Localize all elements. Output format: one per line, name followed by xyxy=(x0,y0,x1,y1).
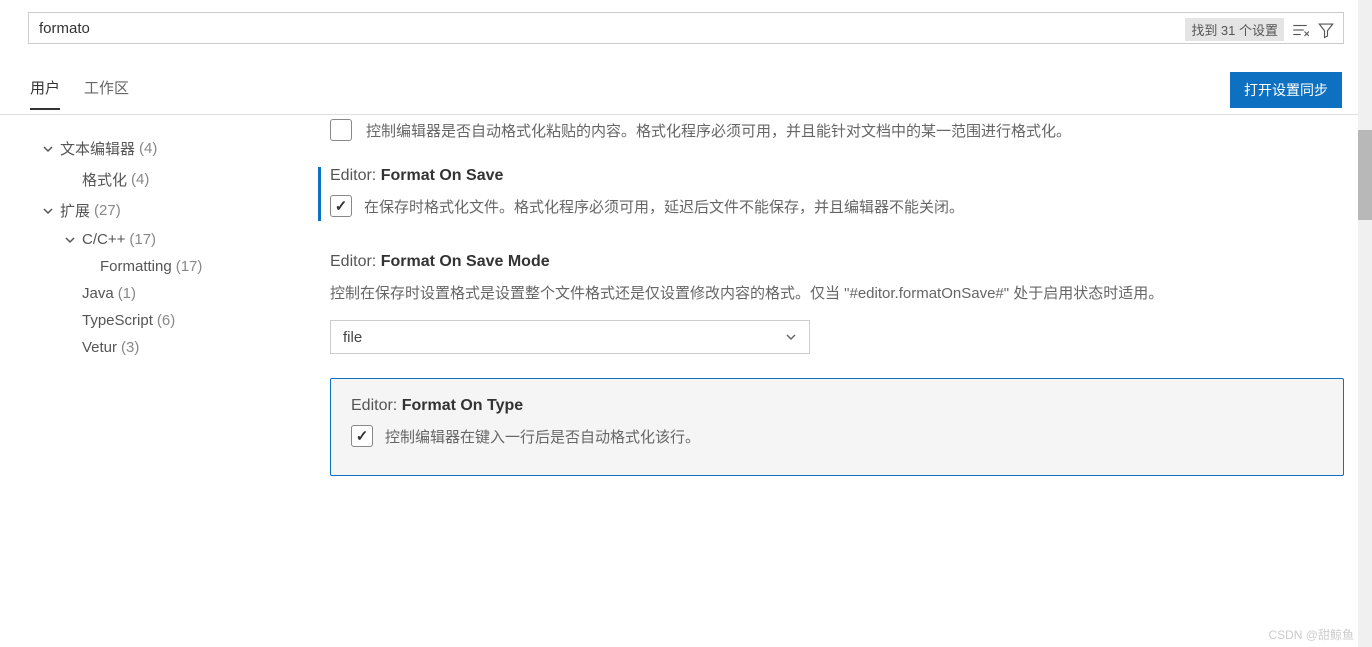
setting-description: 控制编辑器在键入一行后是否自动格式化该行。 xyxy=(385,425,700,451)
sidebar-item-label: 格式化 xyxy=(82,169,127,190)
setting-description: 控制在保存时设置格式是设置整个文件格式还是仅设置修改内容的格式。仅当 "#edi… xyxy=(330,281,1344,307)
sidebar-item-label: 文本编辑器 xyxy=(60,138,135,159)
filter-icon[interactable] xyxy=(1316,20,1336,40)
clear-filter-icon[interactable] xyxy=(1290,20,1310,40)
sidebar-item-label: 扩展 xyxy=(60,200,90,221)
setting-description: 在保存时格式化文件。格式化程序必须可用，延迟后文件不能保存，并且编辑器不能关闭。 xyxy=(364,195,964,221)
setting-format-on-save-mode: Editor: Format On Save Mode 控制在保存时设置格式是设… xyxy=(290,237,1344,371)
sidebar-item-vetur[interactable]: Vetur (3) xyxy=(40,334,278,361)
select-value: file xyxy=(343,329,362,346)
sidebar-item-typescript[interactable]: TypeScript (6) xyxy=(40,307,278,334)
sidebar-item-formatting-cn[interactable]: 格式化 (4) xyxy=(40,164,278,195)
sidebar-item-count: (4) xyxy=(139,140,157,157)
sidebar-item-label: TypeScript xyxy=(82,312,153,329)
sidebar-item-label: C/C++ xyxy=(82,231,125,248)
setting-description: 控制编辑器是否自动格式化粘贴的内容。格式化程序必须可用，并且能针对文档中的某一范… xyxy=(366,120,1071,141)
setting-title: Editor: Format On Save xyxy=(330,167,1344,185)
setting-format-on-save: Editor: Format On Save 在保存时格式化文件。格式化程序必须… xyxy=(290,151,1344,237)
chevron-down-icon xyxy=(62,234,78,246)
sidebar-item-count: (17) xyxy=(176,258,203,275)
select-format-on-save-mode[interactable]: file xyxy=(330,320,810,354)
search-result-count: 找到 31 个设置 xyxy=(1185,18,1284,41)
sidebar-item-label: Vetur xyxy=(82,339,117,356)
settings-content: 控制编辑器是否自动格式化粘贴的内容。格式化程序必须可用，并且能针对文档中的某一范… xyxy=(290,115,1372,642)
setting-title: Editor: Format On Type xyxy=(351,397,1323,415)
chevron-down-icon xyxy=(785,331,797,343)
checkbox[interactable] xyxy=(330,119,352,141)
sidebar-item-ccpp[interactable]: C/C++ (17) xyxy=(40,226,278,253)
sidebar-item-text-editor[interactable]: 文本编辑器 (4) xyxy=(40,133,278,164)
tab-workspace[interactable]: 工作区 xyxy=(84,77,129,110)
sidebar-item-extensions[interactable]: 扩展 (27) xyxy=(40,195,278,226)
sidebar-item-count: (1) xyxy=(118,285,136,302)
tab-user[interactable]: 用户 xyxy=(30,77,60,110)
sidebar-item-count: (27) xyxy=(94,202,121,219)
sidebar-item-count: (6) xyxy=(157,312,175,329)
sidebar-item-java[interactable]: Java (1) xyxy=(40,280,278,307)
chevron-down-icon xyxy=(40,205,56,217)
settings-search-input[interactable] xyxy=(28,12,1344,44)
sidebar-item-count: (3) xyxy=(121,339,139,356)
settings-sidebar: 文本编辑器 (4) 格式化 (4) 扩展 (27) C/C++ (17) For… xyxy=(0,115,290,642)
setting-item-partial: 控制编辑器是否自动格式化粘贴的内容。格式化程序必须可用，并且能针对文档中的某一范… xyxy=(290,115,1344,151)
sidebar-item-formatting[interactable]: Formatting (17) xyxy=(40,253,278,280)
watermark: CSDN @甜鲸鱼 xyxy=(1268,626,1354,643)
sidebar-item-label: Formatting xyxy=(100,258,172,275)
checkbox-format-on-type[interactable] xyxy=(351,425,373,447)
sidebar-item-count: (4) xyxy=(131,171,149,188)
sidebar-item-label: Java xyxy=(82,285,114,302)
setting-title: Editor: Format On Save Mode xyxy=(330,253,1344,271)
open-settings-sync-button[interactable]: 打开设置同步 xyxy=(1230,72,1342,108)
scrollbar-track[interactable] xyxy=(1358,0,1372,647)
sidebar-item-count: (17) xyxy=(129,231,156,248)
chevron-down-icon xyxy=(40,143,56,155)
checkbox-format-on-save[interactable] xyxy=(330,195,352,217)
modified-indicator-bar xyxy=(318,167,321,221)
scrollbar-thumb[interactable] xyxy=(1358,130,1372,220)
setting-format-on-type: Editor: Format On Type 控制编辑器在键入一行后是否自动格式… xyxy=(330,378,1344,476)
